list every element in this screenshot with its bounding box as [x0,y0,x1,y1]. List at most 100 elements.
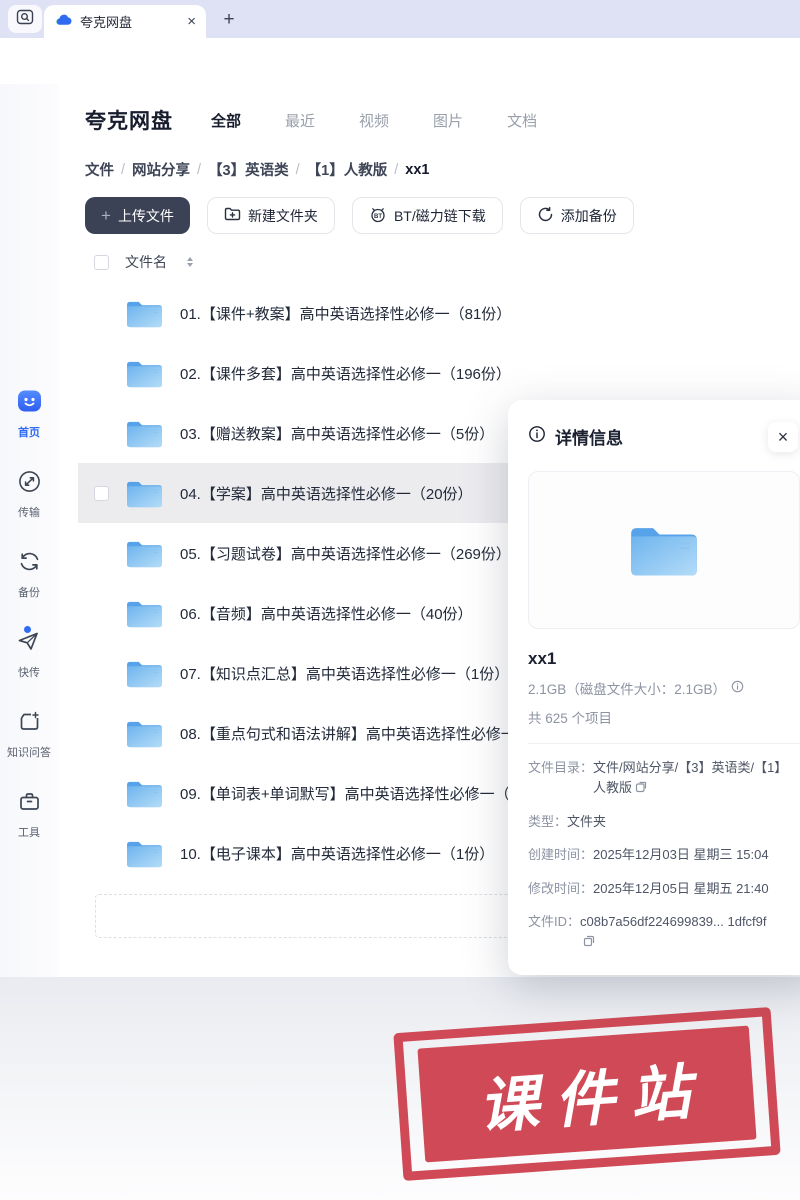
add-backup-label: 添加备份 [560,207,617,224]
folder-icon [127,361,162,387]
bt-download-label: BT/磁力链下载 [393,207,486,224]
file-row[interactable]: 01.【课件+教案】高中英语选择性必修一（81份） [78,283,760,343]
tab-search-button[interactable] [8,5,42,33]
details-field-label: 文件ID： [528,913,581,929]
details-panel: 详情信息 × xx1 2.1GB（磁盘文件大小：2.1GB） 共 625 个项目… [508,400,800,975]
svg-text:BT: BT [374,214,382,220]
category-tabs: 全部 最近 视频 图片 文档 [211,110,537,131]
sidebar-item-tools[interactable]: 工具 [17,789,42,840]
tab-image[interactable]: 图片 [433,110,463,131]
file-preview-box [528,471,800,629]
details-file-name: xx1 [528,649,557,668]
breadcrumb-separator: / [121,161,126,178]
sidebar-label: 备份 [18,587,40,599]
tab-close-icon[interactable]: × [187,14,196,29]
folder-icon [127,661,162,687]
folder-icon-large [631,528,697,576]
folder-icon [127,601,162,627]
sidebar-item-transfer[interactable]: 传输 [17,469,42,520]
sidebar-item-fast-transfer[interactable]: 快传 [16,626,42,680]
details-title: 详情信息 [555,429,623,448]
bt-magnet-download-button[interactable]: BT BT/磁力链下载 [351,197,503,234]
details-field-value: 2025年12月05日 星期五 21:40 [593,880,769,896]
breadcrumb-item[interactable]: 【1】人教版 [307,159,388,180]
file-row[interactable]: 02.【课件多套】高中英语选择性必修一（196份） [78,343,760,403]
select-all-checkbox[interactable] [94,254,109,270]
tab-doc[interactable]: 文档 [507,110,537,131]
sidebar-label: 传输 [18,507,40,519]
details-item-count: 共 625 个项目 [528,711,613,726]
sidebar-label: 知识问答 [7,747,51,759]
stamp-text: 课件站 [476,1057,709,1141]
details-field-label: 修改时间： [528,880,594,896]
details-field-value: 2025年12月03日 星期三 15:04 [593,847,769,863]
details-close-button[interactable]: × [768,422,798,452]
backup-sync-icon [17,549,42,579]
folder-icon [127,421,162,447]
upload-file-label: 上传文件 [117,207,174,224]
sidebar-label: 工具 [18,827,40,839]
folder-icon [127,841,162,867]
tab-video[interactable]: 视频 [359,110,389,131]
knowledge-icon [17,709,42,739]
quark-logo-icon [54,10,72,33]
folder-icon [127,781,162,807]
tab-title: 夸克网盘 [80,15,133,30]
breadcrumb-item[interactable]: 【3】英语类 [208,159,289,180]
filename-column-header[interactable]: 文件名 [125,252,167,272]
upload-file-button[interactable]: + 上传文件 [85,197,190,234]
sidebar-label: 首页 [18,427,40,439]
backup-circle-icon [537,206,554,226]
stamp-inner: 课件站 [417,1025,757,1163]
row-checkbox[interactable] [94,485,109,501]
kejianzhan-stamp-watermark: 课件站 [393,1006,781,1182]
divider [528,743,800,744]
home-icon [16,388,43,419]
folder-icon [127,721,162,747]
details-field-label: 创建时间： [528,847,594,863]
sidebar-item-backup[interactable]: 备份 [17,549,42,600]
folder-icon [127,541,162,567]
goto-folder-icon[interactable] [635,779,647,799]
browser-tab-quark[interactable]: 夸克网盘 × [44,5,206,38]
breadcrumb-separator: / [295,161,300,178]
details-field-label: 类型： [528,814,568,830]
browser-tab-bar: 夸克网盘 × + [0,0,800,38]
add-backup-button[interactable]: 添加备份 [519,197,634,234]
breadcrumb-separator: / [197,161,202,178]
transfer-icon [17,469,42,499]
breadcrumb-current: xx1 [405,161,430,178]
copy-icon[interactable] [583,933,595,953]
breadcrumb-item[interactable]: 网站分享 [132,159,190,180]
details-field-value: 文件/网站分享/【3】英语类/【1】人教版 [593,758,793,799]
folder-icon [127,301,162,327]
bt-icon: BT [369,206,387,226]
tab-recent[interactable]: 最近 [285,110,315,131]
details-field-value: c08b7a56df224699839... 1dfcf9f [580,912,780,953]
details-size: 2.1GB（磁盘文件大小：2.1GB） [528,682,727,697]
plus-icon: + [101,205,111,225]
toolbox-icon [17,789,42,819]
new-folder-label: 新建文件夹 [247,207,318,224]
browser-toolbar: ← → [0,38,800,115]
sort-icon[interactable] [187,257,193,267]
breadcrumb-separator: / [394,161,399,178]
tab-search-icon [16,9,34,30]
folder-plus-icon [224,206,241,225]
folder-icon [127,481,162,507]
size-info-icon [731,680,744,696]
tab-all[interactable]: 全部 [211,110,241,131]
new-tab-button[interactable]: + [216,7,242,33]
info-icon [528,425,546,448]
breadcrumb-item[interactable]: 文件 [85,159,114,180]
sidebar-item-knowledge-qa[interactable]: 知识问答 [7,709,51,760]
page-title: 夸克网盘 [85,110,173,133]
sidebar-label: 快传 [18,667,40,679]
details-field-label: 文件目录： [528,760,594,775]
breadcrumb: 文件 / 网站分享 / 【3】英语类 / 【1】人教版 / xx1 [85,159,429,180]
sidebar-item-home[interactable]: 首页 [16,388,43,440]
notification-badge [24,626,31,633]
details-field-value: 文件夹 [567,814,607,830]
paper-plane-icon [16,629,42,659]
new-folder-button[interactable]: 新建文件夹 [206,197,335,234]
